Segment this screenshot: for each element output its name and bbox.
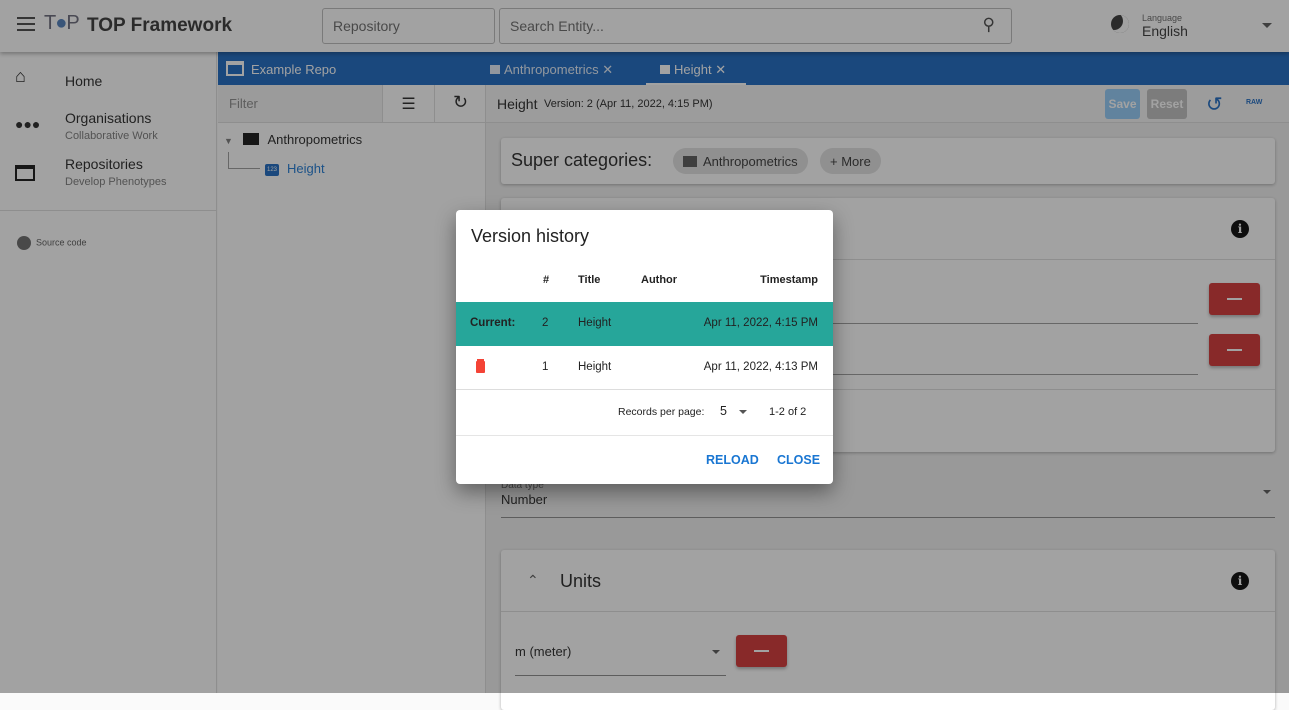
version-title: Height — [578, 317, 612, 329]
pagination-range: 1-2 of 2 — [769, 406, 807, 418]
delete-icon[interactable] — [476, 361, 485, 373]
divider — [456, 435, 833, 436]
reload-button[interactable]: RELOAD — [706, 453, 759, 467]
chevron-down-icon[interactable] — [739, 410, 747, 418]
records-per-page-label: Records per page: — [618, 406, 705, 418]
dialog-title: Version history — [471, 226, 590, 246]
version-timestamp: Apr 11, 2022, 4:15 PM — [703, 317, 818, 329]
version-number: 2 — [542, 317, 549, 329]
version-row-current[interactable]: Current: 2 Height Apr 11, 2022, 4:15 PM — [456, 302, 833, 346]
close-button[interactable]: CLOSE — [777, 453, 820, 467]
version-history-dialog: Version history # Title Author Timestamp… — [456, 210, 833, 484]
current-label: Current: — [470, 317, 516, 329]
column-header-number[interactable]: # — [543, 274, 549, 286]
version-row[interactable]: 1 Height Apr 11, 2022, 4:13 PM — [456, 346, 833, 390]
column-header-author[interactable]: Author — [641, 274, 677, 286]
records-per-page-select[interactable]: 5 — [720, 404, 727, 418]
version-title: Height — [578, 361, 612, 373]
version-timestamp: Apr 11, 2022, 4:13 PM — [703, 361, 818, 373]
column-header-timestamp[interactable]: Timestamp — [760, 274, 818, 286]
column-header-title[interactable]: Title — [578, 274, 600, 286]
version-number: 1 — [542, 361, 549, 373]
